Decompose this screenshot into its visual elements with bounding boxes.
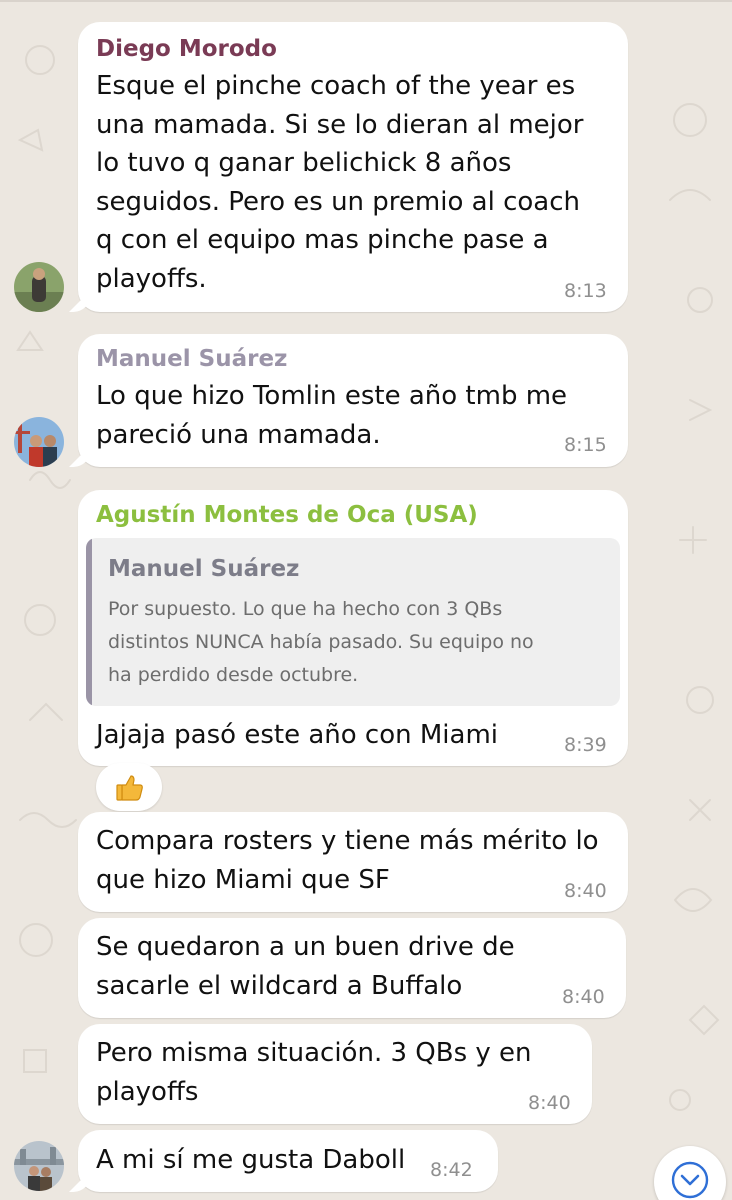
sender-name[interactable]: Manuel Suárez bbox=[96, 346, 287, 372]
message-line: una mamada. Si se lo dieran al mejor bbox=[96, 109, 584, 140]
message-line: lo tuvo q ganar belichick 8 años bbox=[96, 148, 512, 178]
message-time: 8:39 bbox=[564, 734, 607, 756]
message-text: Lo que hizo Tomlin este año tmb me parec… bbox=[96, 377, 567, 454]
message-text: Pero misma situación. 3 QBs y en playoff… bbox=[96, 1034, 532, 1111]
sender-name[interactable]: Diego Morodo bbox=[96, 36, 277, 62]
quote-bar bbox=[86, 538, 92, 706]
message-line: Pero misma situación. 3 QBs y en bbox=[96, 1038, 532, 1068]
avatar-image bbox=[14, 1141, 64, 1191]
quote-sender: Manuel Suárez bbox=[108, 556, 300, 582]
avatar-image bbox=[14, 262, 64, 312]
quoted-message[interactable]: Manuel Suárez Por supuesto. Lo que ha he… bbox=[86, 538, 620, 706]
message-line: que hizo Miami que SF bbox=[96, 864, 390, 895]
message-line: sacarle el wildcard a Buffalo bbox=[96, 970, 463, 1001]
sender-name[interactable]: Agustín Montes de Oca (USA) bbox=[96, 502, 478, 528]
message-time: 8:40 bbox=[564, 880, 607, 902]
message-text: Esque el pinche coach of the year es una… bbox=[96, 67, 584, 298]
message-line: q con el equipo mas pinche pase a bbox=[96, 225, 549, 255]
message-bubble[interactable]: A mi sí me gusta Daboll 8:42 bbox=[78, 1130, 498, 1192]
message-line: Esque el pinche coach of the year es bbox=[96, 71, 576, 101]
message-bubble[interactable]: Diego Morodo Esque el pinche coach of th… bbox=[78, 22, 628, 312]
thumbs-up-icon bbox=[116, 775, 143, 801]
chevron-down-icon bbox=[671, 1161, 709, 1199]
message-time: 8:40 bbox=[562, 986, 605, 1008]
avatar-image bbox=[14, 417, 64, 467]
message-line: Lo que hizo Tomlin este año tmb me bbox=[96, 381, 568, 411]
message-bubble[interactable]: Se quedaron a un buen drive de sacarle e… bbox=[78, 918, 626, 1018]
message-text: A mi sí me gusta Daboll bbox=[96, 1141, 405, 1180]
avatar-agustin[interactable] bbox=[14, 1141, 64, 1191]
top-divider bbox=[0, 0, 732, 2]
avatar-diego[interactable] bbox=[14, 262, 64, 312]
message-bubble[interactable]: Pero misma situación. 3 QBs y en playoff… bbox=[78, 1024, 592, 1124]
message-bubble[interactable]: Manuel Suárez Lo que hizo Tomlin este añ… bbox=[78, 334, 628, 467]
quote-line: ha perdido desde octubre. bbox=[108, 664, 359, 686]
message-text: Compara rosters y tiene más mérito lo qu… bbox=[96, 822, 599, 899]
message-time: 8:13 bbox=[564, 280, 607, 302]
message-line: playoffs bbox=[96, 1076, 199, 1107]
message-line: seguidos. Pero es un premio al coach bbox=[96, 186, 580, 217]
message-line: playoffs. bbox=[96, 263, 207, 294]
reaction-badge[interactable] bbox=[96, 763, 162, 811]
message-line: Se quedaron a un buen drive de bbox=[96, 932, 515, 962]
message-line: pareció una mamada. bbox=[96, 419, 381, 450]
message-bubble[interactable]: Compara rosters y tiene más mérito lo qu… bbox=[78, 812, 628, 912]
message-time: 8:40 bbox=[528, 1092, 571, 1114]
quote-line: distintos NUNCA había pasado. Su equipo … bbox=[108, 631, 534, 653]
message-text: Jajaja pasó este año con Miami bbox=[96, 716, 498, 755]
message-bubble[interactable]: Agustín Montes de Oca (USA) Manuel Suáre… bbox=[78, 490, 628, 766]
message-line: Jajaja pasó este año con Miami bbox=[96, 720, 498, 750]
avatar-manuel[interactable] bbox=[14, 417, 64, 467]
quote-text: Por supuesto. Lo que ha hecho con 3 QBs … bbox=[108, 593, 534, 692]
message-time: 8:15 bbox=[564, 434, 607, 456]
message-line: Compara rosters y tiene más mérito lo bbox=[96, 826, 599, 856]
message-time: 8:42 bbox=[430, 1159, 473, 1181]
message-line: A mi sí me gusta Daboll bbox=[96, 1145, 406, 1175]
quote-line: Por supuesto. Lo que ha hecho con 3 QBs bbox=[108, 598, 503, 620]
message-text: Se quedaron a un buen drive de sacarle e… bbox=[96, 928, 515, 1005]
